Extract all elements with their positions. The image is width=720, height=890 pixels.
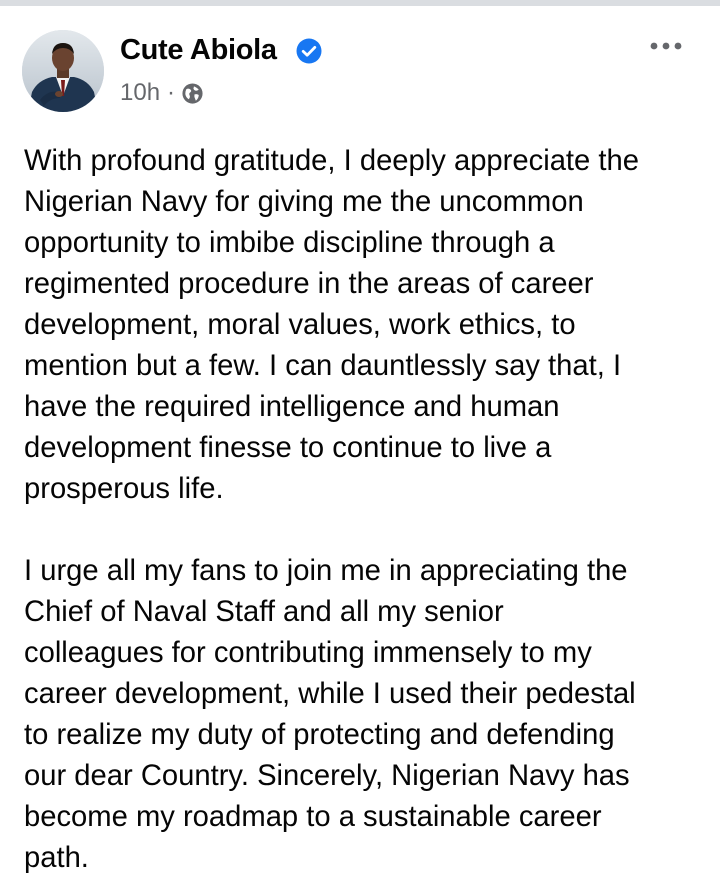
- post-text: With profound gratitude, I deeply apprec…: [24, 141, 708, 879]
- post-meta: 10h ·: [120, 78, 204, 108]
- globe-icon[interactable]: [181, 82, 204, 105]
- avatar[interactable]: [22, 30, 104, 112]
- post-header: Cute Abiola 10h ·: [22, 28, 698, 114]
- post-paragraph-2: I urge all my fans to join me in appreci…: [24, 555, 636, 874]
- verified-badge-icon: [296, 38, 322, 64]
- meta-separator: ·: [167, 79, 176, 106]
- post-timestamp[interactable]: 10h: [120, 79, 160, 107]
- more-options-icon[interactable]: [648, 34, 684, 58]
- author-name[interactable]: Cute Abiola: [120, 34, 277, 67]
- post-paragraph-1: With profound gratitude, I deeply apprec…: [24, 145, 639, 505]
- feed-divider: [0, 0, 720, 6]
